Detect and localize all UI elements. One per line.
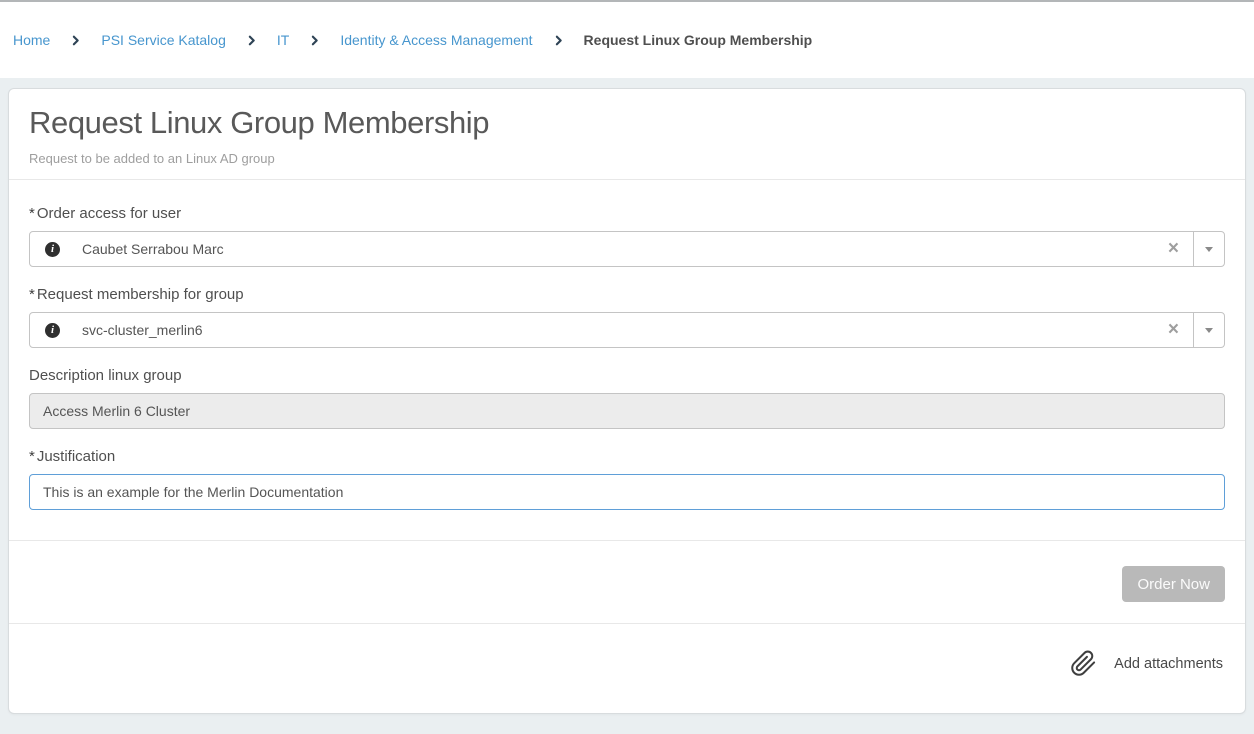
user-reference-select[interactable]: i Caubet Serrabou Marc × [29,231,1225,267]
field-label: Description linux group [29,367,1225,384]
info-circle-icon[interactable]: i [45,323,60,338]
chevron-right-icon [69,34,82,47]
info-circle-icon[interactable]: i [45,242,60,257]
form-body: *Order access for user i Caubet Serrabou… [9,180,1245,540]
page-content: Request Linux Group Membership Request t… [0,78,1254,714]
order-section: Order Now [9,540,1245,623]
justification-input[interactable] [29,474,1225,510]
field-label: *Request membership for group [29,286,1225,303]
page-title: Request Linux Group Membership [29,104,1225,142]
group-select-value: svc-cluster_merlin6 [82,322,1154,338]
page-subtitle: Request to be added to an Linux AD group [29,151,1225,166]
caret-down-icon [1205,328,1213,333]
breadcrumb-current-page: Request Linux Group Membership [584,32,813,48]
required-marker: * [29,205,35,222]
chevron-right-icon [552,34,565,47]
field-description-linux-group: Description linux group [29,367,1225,429]
chevron-right-icon [308,34,321,47]
breadcrumb: Home PSI Service Katalog IT Identity & A… [0,2,1254,78]
field-order-access-for-user: *Order access for user i Caubet Serrabou… [29,205,1225,267]
add-attachments-label[interactable]: Add attachments [1114,656,1223,672]
breadcrumb-home[interactable]: Home [13,32,50,48]
clear-icon[interactable]: × [1154,232,1193,266]
breadcrumb-psi-service-katalog[interactable]: PSI Service Katalog [101,32,226,48]
user-select-value: Caubet Serrabou Marc [82,241,1154,257]
caret-down-icon [1205,247,1213,252]
attachments-section[interactable]: Add attachments [9,623,1245,713]
required-marker: * [29,286,35,303]
required-marker: * [29,448,35,465]
field-label: *Order access for user [29,205,1225,222]
card-header: Request Linux Group Membership Request t… [9,89,1245,180]
clear-icon[interactable]: × [1154,313,1193,347]
breadcrumb-identity-access-management[interactable]: Identity & Access Management [340,32,532,48]
chevron-right-icon [245,34,258,47]
description-readonly-input [29,393,1225,429]
dropdown-toggle[interactable] [1193,232,1224,266]
dropdown-toggle[interactable] [1193,313,1224,347]
paperclip-icon[interactable] [1070,650,1097,677]
field-justification: *Justification [29,448,1225,510]
group-reference-select[interactable]: i svc-cluster_merlin6 × [29,312,1225,348]
order-now-button[interactable]: Order Now [1122,566,1225,602]
field-request-membership-for-group: *Request membership for group i svc-clus… [29,286,1225,348]
catalog-item-card: Request Linux Group Membership Request t… [8,88,1246,714]
field-label: *Justification [29,448,1225,465]
breadcrumb-it[interactable]: IT [277,32,289,48]
